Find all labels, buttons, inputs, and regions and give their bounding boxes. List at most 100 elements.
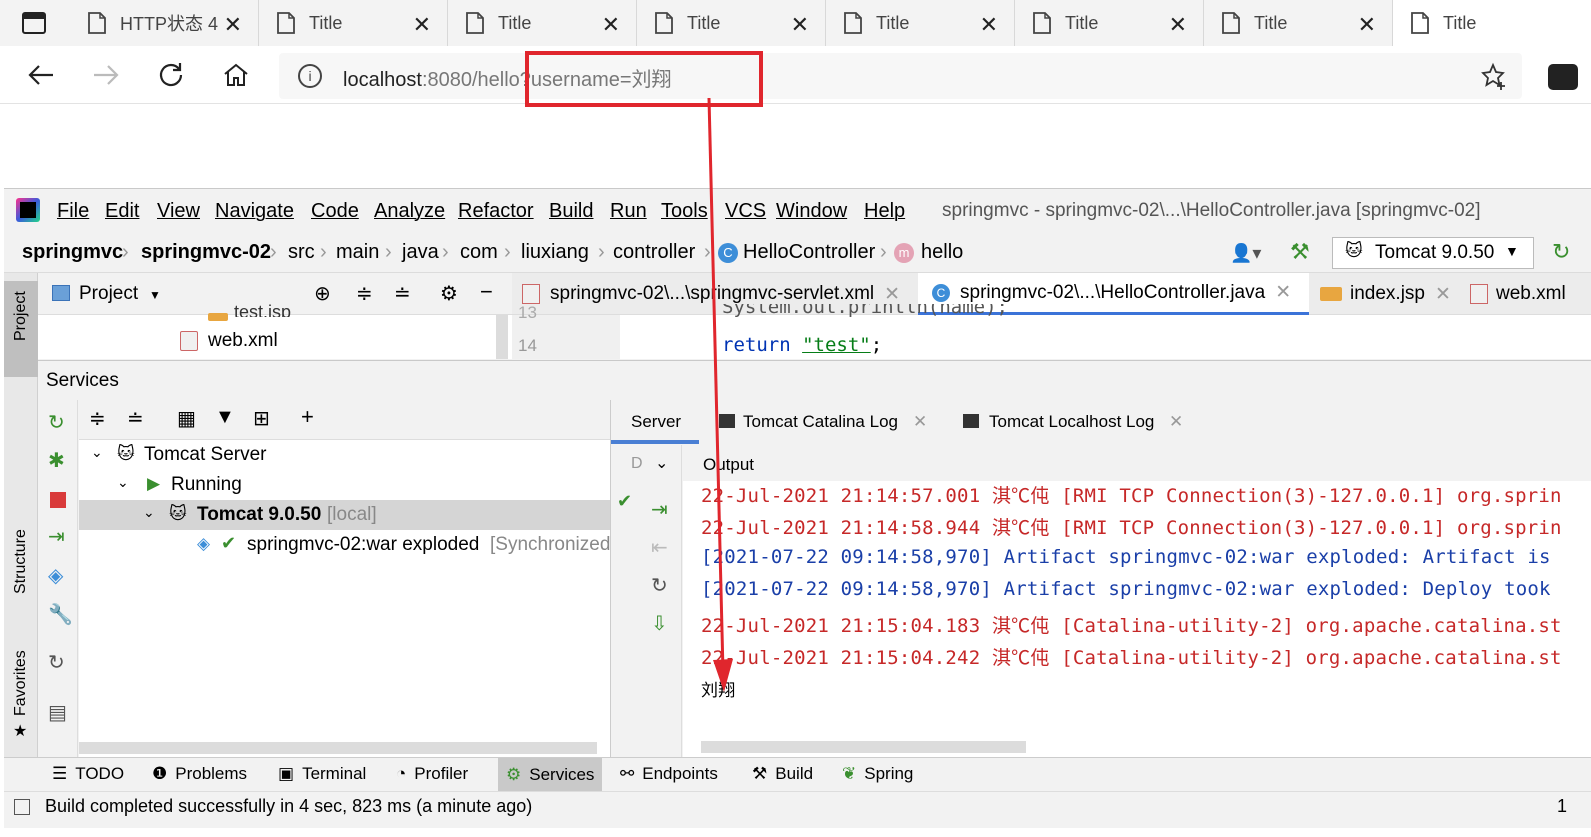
crumb-class[interactable]: HelloController	[743, 241, 875, 264]
close-tab-icon[interactable]: ✕	[1358, 12, 1376, 38]
favorites-tool-label[interactable]: Favorites	[12, 650, 30, 716]
tool-tab-endpoints[interactable]: ⚯ Endpoints	[620, 764, 718, 784]
crumb-com[interactable]: com	[460, 241, 498, 264]
refresh-icon[interactable]: ↻	[48, 650, 65, 675]
tool-tab-todo[interactable]: ☰ TODO	[52, 764, 124, 784]
browser-tab-6[interactable]: Title ✕	[1015, 0, 1204, 46]
code-editor[interactable]	[512, 315, 1591, 359]
menu-edit[interactable]: Edit	[105, 200, 139, 223]
browser-tab-4[interactable]: Title ✕	[637, 0, 826, 46]
menu-run[interactable]: Run	[610, 200, 647, 223]
gear-icon[interactable]: ⚙	[440, 281, 458, 306]
run-config-select[interactable]: 🐱 Tomcat 9.0.50 ▼	[1332, 237, 1534, 269]
status-toggle-icon[interactable]	[14, 799, 30, 815]
chevron-down-icon[interactable]: ⌄	[117, 474, 129, 491]
menu-build[interactable]: Build	[549, 200, 593, 223]
tree-item-webxml[interactable]: web.xml	[208, 330, 278, 352]
group-icon[interactable]: ▦	[177, 406, 196, 431]
new-tab-icon[interactable]: ⊞	[253, 406, 270, 431]
menu-code[interactable]: Code	[311, 200, 359, 223]
menu-view[interactable]: View	[157, 200, 200, 223]
home-icon[interactable]	[219, 58, 253, 92]
close-tab-icon[interactable]: ✕	[1169, 12, 1187, 38]
tool-tab-problems[interactable]: ❶ Problems	[152, 764, 247, 784]
tool-tab-terminal[interactable]: ▣ Terminal	[278, 764, 366, 784]
close-tab-icon[interactable]: ✕	[1275, 281, 1291, 304]
crumb-src[interactable]: src	[288, 241, 315, 264]
hammer-icon[interactable]: ⚒	[1290, 239, 1310, 265]
tree-row-running[interactable]: ⌄ ▶ Running	[79, 470, 610, 500]
close-tab-icon[interactable]: ✕	[791, 12, 809, 38]
menu-window[interactable]: Window	[776, 200, 847, 223]
crumb-controller[interactable]: controller	[613, 241, 695, 264]
run-icon[interactable]: ↻	[1552, 239, 1570, 265]
menu-refactor[interactable]: Refactor	[458, 200, 534, 223]
deploy-icon[interactable]: ⇥	[48, 524, 65, 549]
site-info-icon[interactable]: i	[298, 64, 322, 88]
tab-localhost-log[interactable]: Tomcat Localhost Log	[989, 412, 1154, 432]
crumb-project[interactable]: springmvc	[22, 241, 123, 264]
user-icon[interactable]: 👤▾	[1230, 243, 1261, 264]
menu-file[interactable]: File	[57, 200, 89, 223]
chevron-down-icon[interactable]: ⌄	[91, 444, 103, 461]
close-tab-icon[interactable]: ✕	[1435, 283, 1451, 306]
stop-icon[interactable]	[50, 492, 66, 508]
tree-row-tomcat-instance[interactable]: ⌄ 🐱 Tomcat 9.0.50 [local]	[79, 500, 610, 530]
refresh-icon[interactable]: ↻	[651, 573, 668, 598]
menu-tools[interactable]: Tools	[661, 200, 708, 223]
crumb-main[interactable]: main	[336, 241, 379, 264]
menu-help[interactable]: Help	[864, 200, 905, 223]
add-favorite-icon[interactable]	[1480, 62, 1510, 92]
collapse-all-icon[interactable]: ≐	[127, 406, 144, 431]
browser-tab-5[interactable]: Title ✕	[826, 0, 1015, 46]
scrollbar[interactable]	[496, 315, 508, 359]
close-tab-icon[interactable]: ✕	[913, 412, 927, 432]
artifact-icon[interactable]: ◈	[48, 563, 63, 588]
structure-tool-label[interactable]: Structure	[12, 529, 30, 594]
tool-tab-build[interactable]: ⚒ Build	[752, 764, 813, 784]
browser-tab-2[interactable]: Title ✕	[259, 0, 448, 46]
tab-actions-icon[interactable]	[22, 12, 46, 34]
locate-icon[interactable]: ⊕	[314, 281, 331, 306]
tree-row-artifact[interactable]: ◈ ✔ springmvc-02:war exploded [Synchroni…	[79, 530, 616, 560]
close-tab-icon[interactable]: ✕	[602, 12, 620, 38]
filter-icon[interactable]: ▼	[215, 406, 235, 429]
close-tab-icon[interactable]: ✕	[413, 12, 431, 38]
editor-tab-web-xml[interactable]: web.xml	[1470, 273, 1566, 315]
close-tab-icon[interactable]: ✕	[224, 12, 242, 38]
crumb-module[interactable]: springmvc-02	[141, 241, 271, 264]
browser-tab-1[interactable]: HTTP状态 4 ✕	[70, 0, 259, 46]
menu-navigate[interactable]: Navigate	[215, 200, 294, 223]
refresh-icon[interactable]	[154, 58, 188, 92]
browser-tab-7[interactable]: Title ✕	[1204, 0, 1393, 46]
project-view-select[interactable]: Project	[79, 283, 138, 305]
menu-vcs[interactable]: VCS	[725, 200, 766, 223]
expand-all-icon[interactable]: ≑	[356, 281, 373, 306]
tree-row-tomcat-server[interactable]: ⌄ 🐱 Tomcat Server	[79, 440, 610, 470]
menu-analyze[interactable]: Analyze	[374, 200, 445, 223]
close-tab-icon[interactable]: ✕	[1169, 412, 1183, 432]
layout-icon[interactable]: ▤	[48, 700, 67, 725]
undeploy-icon[interactable]: ⇤	[651, 535, 668, 560]
minimize-icon[interactable]: −	[480, 279, 493, 305]
tab-catalina-log[interactable]: Tomcat Catalina Log	[743, 412, 898, 432]
scrollbar[interactable]	[701, 741, 1026, 753]
collapse-all-icon[interactable]: ≐	[394, 281, 411, 306]
editor-tab-index-jsp[interactable]: index.jsp ✕	[1320, 273, 1451, 315]
profile-icon[interactable]	[1548, 64, 1578, 90]
deploy-icon[interactable]: ⇥	[651, 497, 668, 522]
chevron-down-icon[interactable]: ▼	[149, 288, 161, 302]
wrench-icon[interactable]: 🔧	[48, 602, 73, 627]
debug-icon[interactable]: ✱	[48, 448, 65, 473]
expand-all-icon[interactable]: ≑	[89, 406, 106, 431]
chevron-down-icon[interactable]: ⌄	[655, 453, 668, 473]
forward-icon[interactable]	[89, 58, 123, 92]
update-icon[interactable]: ⇩	[651, 611, 668, 636]
rerun-icon[interactable]: ↻	[48, 410, 65, 435]
crumb-method[interactable]: hello	[921, 241, 963, 264]
tab-server[interactable]: Server	[631, 412, 681, 432]
crumb-liuxiang[interactable]: liuxiang	[521, 241, 589, 264]
crumb-java[interactable]: java	[402, 241, 439, 264]
close-tab-icon[interactable]: ✕	[884, 283, 900, 306]
close-tab-icon[interactable]: ✕	[980, 12, 998, 38]
